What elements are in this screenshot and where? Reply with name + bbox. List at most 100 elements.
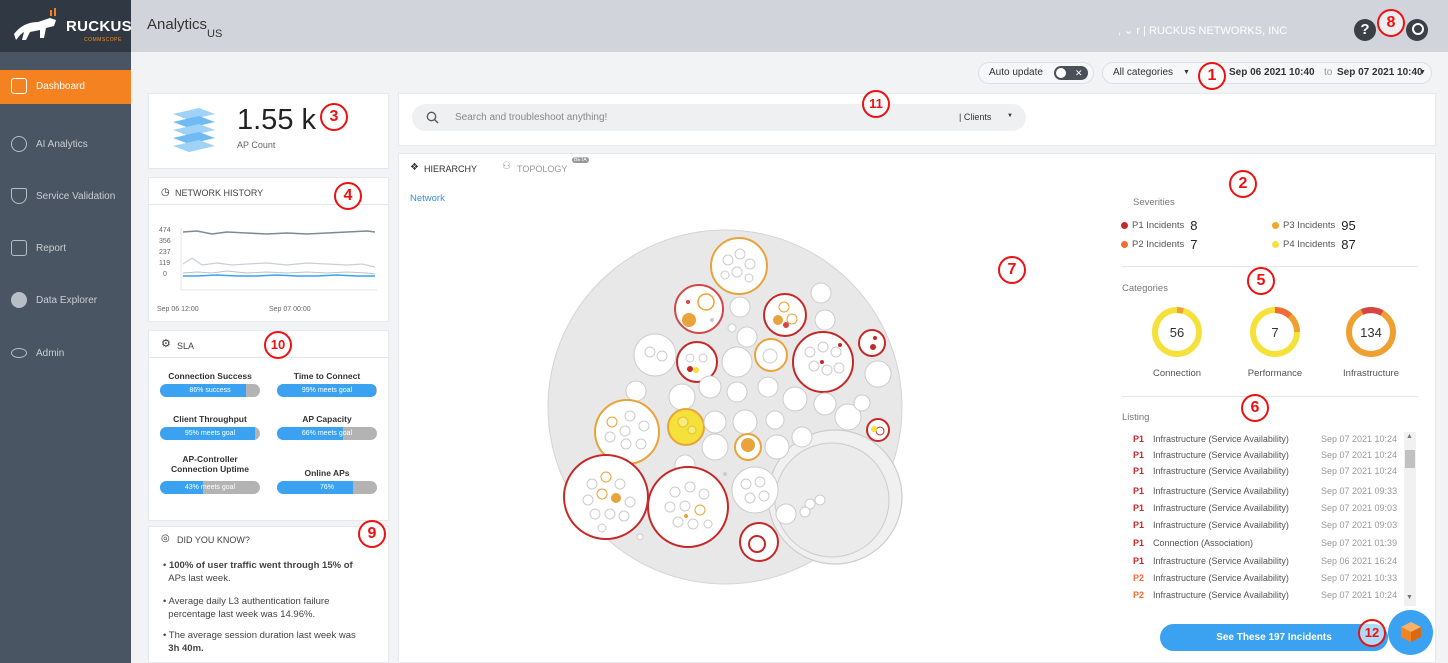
list-priority: P1 — [1133, 450, 1145, 460]
date-from[interactable]: Sep 06 2021 10:40 — [1229, 63, 1315, 83]
list-item[interactable]: P1 Connection (Association) Sep 07 2021 01… — [1133, 538, 1403, 553]
category-donuts[interactable]: 56 7 134 — [1150, 304, 1420, 364]
hierarchy-bubble-chart[interactable] — [540, 222, 910, 592]
listing-scrollbar[interactable]: ▲ ▼ — [1404, 432, 1416, 606]
severity-p2[interactable]: P2 Incidents 7 — [1121, 237, 1198, 252]
categories-title: Categories — [1122, 283, 1168, 294]
eye-icon — [11, 348, 27, 358]
list-item[interactable]: P1 Infrastructure (Service Availability) S… — [1133, 434, 1403, 449]
ruckus-logo[interactable]: RUCKUS COMMSCOPE — [0, 0, 132, 52]
list-item[interactable]: P2 Infrastructure (Service Availability) S… — [1133, 590, 1403, 605]
donut-value: 7 — [1271, 325, 1278, 340]
sidebar-item-label: Data Explorer — [36, 295, 98, 306]
annotation-marker: 5 — [1247, 267, 1275, 295]
card-title: SLA — [177, 341, 195, 351]
list-item[interactable]: P1 Infrastructure (Service Availability) S… — [1133, 486, 1403, 501]
sla-bar-online-aps[interactable]: 76% — [277, 481, 377, 494]
list-priority: P2 — [1133, 573, 1145, 583]
scrollbar-thumb[interactable] — [1405, 450, 1415, 468]
sla-bar-ap-capacity[interactable]: 66% meets goal — [277, 427, 377, 440]
lightbulb-icon: ◎ — [161, 533, 170, 544]
see-incidents-button[interactable]: See These 197 Incidents — [1160, 624, 1388, 651]
dyk-text: 3h 40m. — [168, 643, 204, 654]
annotation-marker: 2 — [1229, 170, 1257, 198]
list-priority: P1 — [1133, 434, 1145, 444]
annotation-marker: 12 — [1358, 619, 1386, 647]
card-title: NETWORK HISTORY — [175, 188, 264, 198]
sla-bar-time-to-connect[interactable]: 99% meets goal — [277, 384, 377, 397]
filter-pill[interactable]: All categories ▼ Sep 06 2021 10:40 to Se… — [1102, 62, 1432, 84]
divider — [1122, 396, 1418, 397]
sla-bar-ap-controller-uptime[interactable]: 43% meets goal — [160, 481, 260, 494]
did-you-know-card[interactable]: ◎ DID YOU KNOW? • 100% of user traffic w… — [148, 526, 389, 663]
sidebar-item-ai-analytics[interactable]: AI Analytics — [0, 128, 131, 162]
bubble-group — [710, 237, 768, 295]
brand-name: RUCKUS — [66, 18, 132, 35]
auto-update-toggle[interactable] — [1054, 63, 1088, 83]
ap-count-card[interactable]: 1.55 k AP Count — [148, 93, 389, 169]
tab-hierarchy[interactable]: HIERARCHY — [424, 164, 477, 174]
sla-name: Connection Success — [168, 371, 252, 381]
dyk-item: • Average daily L3 authentication failur… — [163, 596, 330, 620]
divider — [149, 357, 388, 358]
severity-p3[interactable]: P3 Incidents 95 — [1272, 218, 1356, 233]
scroll-down-icon[interactable]: ▼ — [1406, 594, 1413, 601]
severities-title: Severities — [1133, 197, 1175, 208]
list-title: Infrastructure (Service Availability) — [1153, 556, 1289, 566]
p1-dot-icon — [1121, 222, 1128, 229]
list-item[interactable]: P1 Infrastructure (Service Availability) S… — [1133, 450, 1403, 465]
sla-name: AP Capacity — [302, 414, 352, 424]
search-scope-select[interactable]: | Clients — [959, 112, 991, 122]
severity-p4[interactable]: P4 Incidents 87 — [1272, 237, 1356, 252]
category-select[interactable]: All categories — [1113, 63, 1173, 83]
auto-update-pill[interactable]: Auto update — [978, 62, 1094, 84]
sla-text: 95% meets goal — [184, 430, 236, 437]
sidebar-item-data-explorer[interactable]: Data Explorer — [0, 284, 131, 318]
date-to[interactable]: Sep 07 2021 10:40 — [1337, 63, 1423, 83]
top-header: RUCKUS COMMSCOPE Analytics US , ⌄ r | RU… — [0, 0, 1448, 52]
bubble-group — [763, 293, 807, 337]
sla-name: Online APs — [304, 468, 350, 478]
list-item[interactable]: P1 Infrastructure (Service Availability) S… — [1133, 503, 1403, 518]
sla-card[interactable]: ⚙ SLA Connection Success 86% success Tim… — [148, 330, 389, 521]
sidebar-item-label: Admin — [36, 348, 65, 359]
network-history-chart: 474 356 237 119 0 Sep 06 12:00 Sep 07 00… — [157, 227, 377, 313]
dyk-bold: Average daily L3 authentication failure — [168, 596, 330, 607]
help-icon[interactable]: ? — [1354, 19, 1376, 41]
sla-text: 76% — [319, 484, 334, 491]
sla-bar-connection-success[interactable]: 86% success — [160, 384, 260, 397]
p3-dot-icon — [1272, 222, 1279, 229]
list-title: Infrastructure (Service Availability) — [1153, 434, 1289, 444]
severity-p1[interactable]: P1 Incidents 8 — [1121, 218, 1198, 233]
sidebar-item-dashboard[interactable]: Dashboard — [0, 70, 139, 104]
severity-label: P4 Incidents — [1283, 239, 1336, 251]
list-date: Sep 07 2021 10:33 — [1321, 573, 1398, 583]
sidebar-item-label: Report — [36, 243, 67, 254]
sla-bar-client-throughput[interactable]: 95% meets goal — [160, 427, 260, 440]
sidebar-item-report[interactable]: Report — [0, 232, 131, 266]
breadcrumb[interactable]: Network — [410, 193, 445, 204]
search-input[interactable]: Search and troubleshoot anything! | Clie… — [412, 104, 1026, 131]
series-line — [182, 230, 376, 235]
list-item[interactable]: P2 Infrastructure (Service Availability) S… — [1133, 573, 1403, 588]
y-tick: 356 — [159, 238, 171, 245]
list-title: Infrastructure (Service Availability) — [1153, 590, 1289, 600]
chevron-down-icon: ▼ — [1007, 113, 1013, 119]
user-avatar-icon[interactable] — [1406, 19, 1428, 41]
scroll-up-icon[interactable]: ▲ — [1406, 433, 1413, 440]
severity-label: P3 Incidents — [1283, 220, 1336, 232]
list-date: Sep 07 2021 10:24 — [1321, 590, 1398, 600]
sidebar-item-service-validation[interactable]: Service Validation — [0, 180, 131, 214]
dyk-item: • The average session duration last week… — [163, 630, 356, 654]
chat-widget-button[interactable] — [1388, 610, 1433, 655]
org-selector[interactable]: , ⌄ r | RUCKUS NETWORKS, INC — [1118, 24, 1287, 37]
list-item[interactable]: P1 Infrastructure (Service Availability) S… — [1133, 520, 1403, 535]
tab-topology[interactable]: TOPOLOGY — [517, 164, 567, 174]
topology-icon: ⚇ — [502, 161, 511, 172]
list-item[interactable]: P1 Infrastructure (Service Availability) S… — [1133, 556, 1403, 571]
list-item[interactable]: P1 Infrastructure (Service Availability) S… — [1133, 466, 1403, 481]
sidebar-item-admin[interactable]: Admin — [0, 337, 131, 371]
list-priority: P2 — [1133, 590, 1145, 600]
region-label: US — [207, 28, 223, 40]
annotation-marker: 7 — [998, 256, 1026, 284]
